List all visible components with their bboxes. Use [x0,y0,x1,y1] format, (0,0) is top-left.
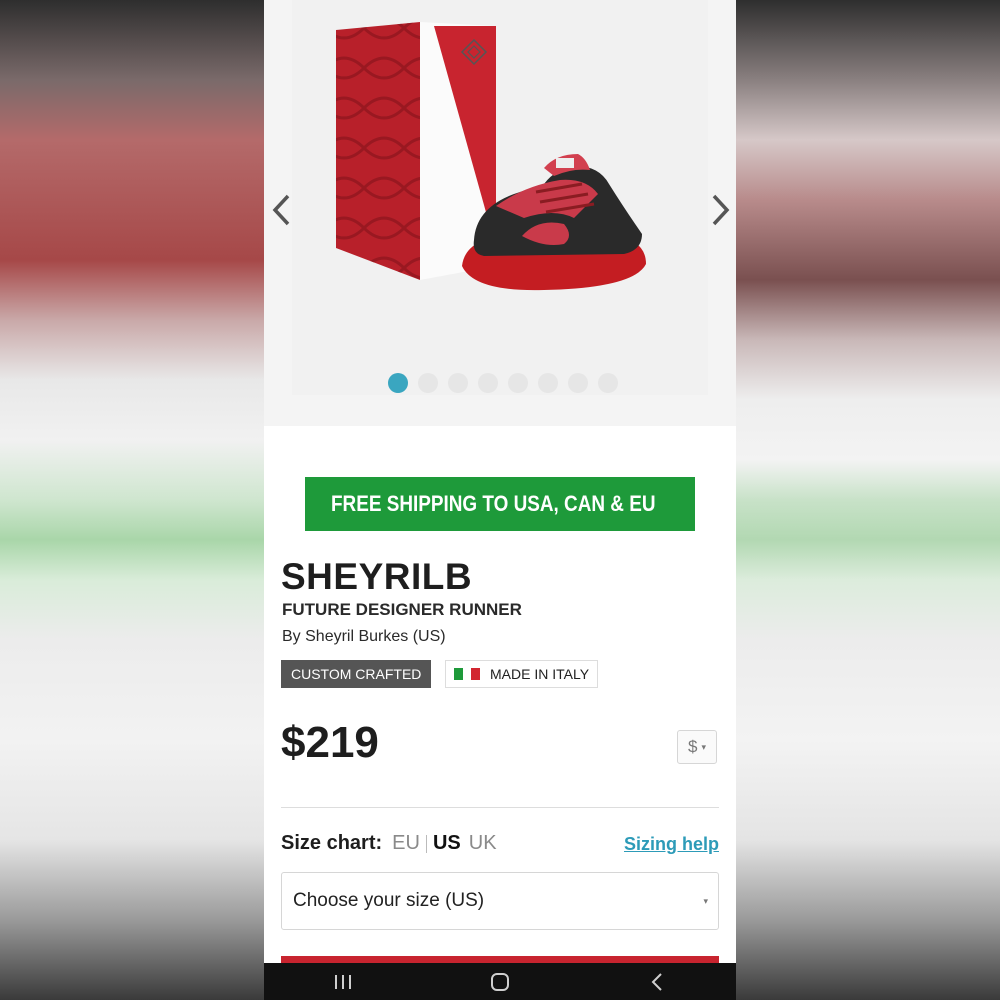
gallery-dot[interactable] [598,373,618,393]
gallery-dot[interactable] [508,373,528,393]
back-icon [651,972,663,991]
product-page: FREE SHIPPING TO USA, CAN & EU SHEYRILB … [264,0,736,1000]
gallery-prev-button[interactable] [266,190,296,230]
made-in-italy-badge: MADE IN ITALY [445,660,599,688]
size-chart-label: Size chart: [281,832,383,854]
separator [461,835,469,853]
size-select-placeholder: Choose your size (US) [293,890,485,911]
gallery-next-button[interactable] [706,190,736,230]
gallery-dot[interactable] [418,373,438,393]
currency-selector[interactable]: $ ▾ [677,730,717,764]
currency-symbol: $ [688,737,698,756]
size-select[interactable]: Choose your size (US) ▾ [281,872,719,930]
gallery-dot[interactable] [538,373,558,393]
product-gallery [264,0,736,426]
gallery-dot[interactable] [448,373,468,393]
divider [281,807,719,808]
shipping-text: FREE SHIPPING TO USA, CAN & EU [331,491,656,516]
product-title: SHEYRILB [281,556,473,597]
product-subtitle: FUTURE DESIGNER RUNNER [282,600,522,619]
chevron-left-icon [272,194,290,226]
background-right [736,0,1000,1000]
back-button[interactable] [627,967,687,997]
free-shipping-banner: FREE SHIPPING TO USA, CAN & EU [305,477,695,531]
home-icon [490,972,509,991]
gallery-dot[interactable] [568,373,588,393]
designer-byline: By Sheyril Burkes (US) [282,628,446,645]
product-price: $219 [281,718,379,767]
chevron-right-icon [712,194,730,226]
recent-apps-button[interactable] [313,967,373,997]
size-option-us[interactable]: US [433,832,461,855]
size-option-uk[interactable]: UK [469,832,497,855]
product-image [336,22,646,291]
gallery-dots [388,373,618,393]
sizing-help-link[interactable]: Sizing help [624,834,719,855]
made-in-italy-label: MADE IN ITALY [490,666,590,682]
separator [425,834,427,853]
recent-apps-icon [334,974,351,989]
caret-down-icon: ▾ [703,895,708,906]
background-left [0,0,264,1000]
gallery-dot[interactable] [388,373,408,393]
size-option-eu[interactable]: EU [392,832,420,855]
italy-flag-icon [454,668,481,680]
custom-crafted-label: CUSTOM CRAFTED [291,666,422,682]
custom-crafted-badge: CUSTOM CRAFTED [281,660,432,688]
home-button[interactable] [470,967,530,997]
caret-down-icon: ▾ [701,741,706,752]
android-nav-bar [264,963,736,1000]
size-chart: Size chart: EU US UK [281,832,497,855]
gallery-dot[interactable] [478,373,498,393]
